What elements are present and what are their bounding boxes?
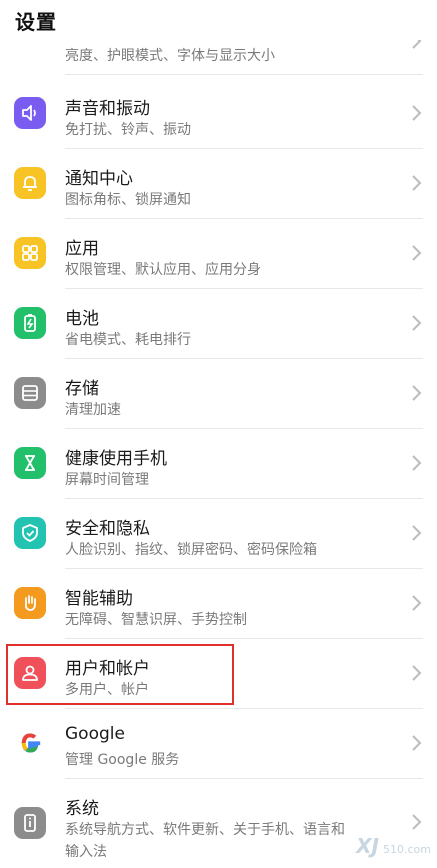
settings-item-users-accounts[interactable]: 用户和帐户 多用户、帐户 [0,639,437,709]
settings-item-label: 存储 [65,379,99,399]
settings-item-battery[interactable]: 电池 省电模式、耗电排行 [0,289,437,359]
settings-item-sub: 清理加速 [65,402,121,418]
settings-item-security[interactable]: 安全和隐私 人脸识别、指纹、锁屏密码、密码保险箱 [0,499,437,569]
settings-item-sub: 系统导航方式、软件更新、关于手机、语言和 [65,822,345,838]
chevron-right-icon [412,814,422,830]
page-title: 设置 [15,10,57,34]
settings-item-sub: 多用户、帐户 [65,682,149,698]
settings-item-label: 电池 [65,309,99,329]
header: 设置 [0,0,437,40]
settings-item-label: 应用 [65,239,99,259]
settings-item-sound[interactable]: 声音和振动 免打扰、铃声、振动 [0,79,437,149]
apps-grid-icon [14,237,46,269]
settings-item-label: 通知中心 [65,169,133,189]
chevron-right-icon [412,105,422,121]
battery-icon [14,307,46,339]
chevron-right-icon [412,525,422,541]
watermark-logo: XJ [356,834,379,858]
settings-item-smart-assist[interactable]: 智能辅助 无障碍、智慧识屏、手势控制 [0,569,437,639]
settings-item-label: 智能辅助 [65,589,133,609]
settings-item-sub: 无障碍、智慧识屏、手势控制 [65,612,247,628]
settings-item-label: 声音和振动 [65,99,150,119]
settings-item-sub: 亮度、护眼模式、字体与显示大小 [65,48,275,64]
settings-item-sub-line2: 输入法 [65,844,107,860]
speaker-icon [14,97,46,129]
settings-item-sub: 管理 Google 服务 [65,752,180,768]
settings-item-sub: 屏幕时间管理 [65,472,149,488]
settings-item-storage[interactable]: 存储 清理加速 [0,359,437,429]
chevron-right-icon [412,735,422,751]
chevron-right-icon [412,315,422,331]
settings-item-label: Google [65,724,125,744]
chevron-right-icon [412,385,422,401]
phone-info-icon [14,807,46,839]
watermark: XJ 510.com [356,834,431,858]
google-icon [14,727,46,759]
settings-item-label: 健康使用手机 [65,449,167,469]
divider [65,74,423,75]
settings-item-digital-health[interactable]: 健康使用手机 屏幕时间管理 [0,429,437,499]
chevron-right-icon [412,245,422,261]
chevron-right-icon [412,175,422,191]
settings-item-sub: 免打扰、铃声、振动 [65,122,191,138]
chevron-right-icon [412,665,422,681]
settings-item-apps[interactable]: 应用 权限管理、默认应用、应用分身 [0,219,437,289]
settings-item-label: 用户和帐户 [65,659,150,679]
settings-item-sub: 省电模式、耗电排行 [65,332,191,348]
settings-item-sub: 图标角标、锁屏通知 [65,192,191,208]
hand-icon [14,587,46,619]
shield-icon [14,517,46,549]
settings-item-label: 安全和隐私 [65,519,150,539]
settings-item-sub: 权限管理、默认应用、应用分身 [65,262,261,278]
chevron-right-icon [412,595,422,611]
chevron-right-icon [412,455,422,471]
watermark-site: 510.com [383,843,431,856]
bell-icon [14,167,46,199]
user-icon [14,657,46,689]
settings-item-sub: 人脸识别、指纹、锁屏密码、密码保险箱 [65,542,317,558]
storage-icon [14,377,46,409]
settings-item-label: 系统 [65,799,99,819]
settings-item-google[interactable]: Google 管理 Google 服务 [0,709,437,779]
hourglass-icon [14,447,46,479]
settings-list: 亮度、护眼模式、字体与显示大小 声音和振动 免打扰、铃声、振动 通知中心 图标角… [0,0,437,868]
settings-item-notifications[interactable]: 通知中心 图标角标、锁屏通知 [0,149,437,219]
